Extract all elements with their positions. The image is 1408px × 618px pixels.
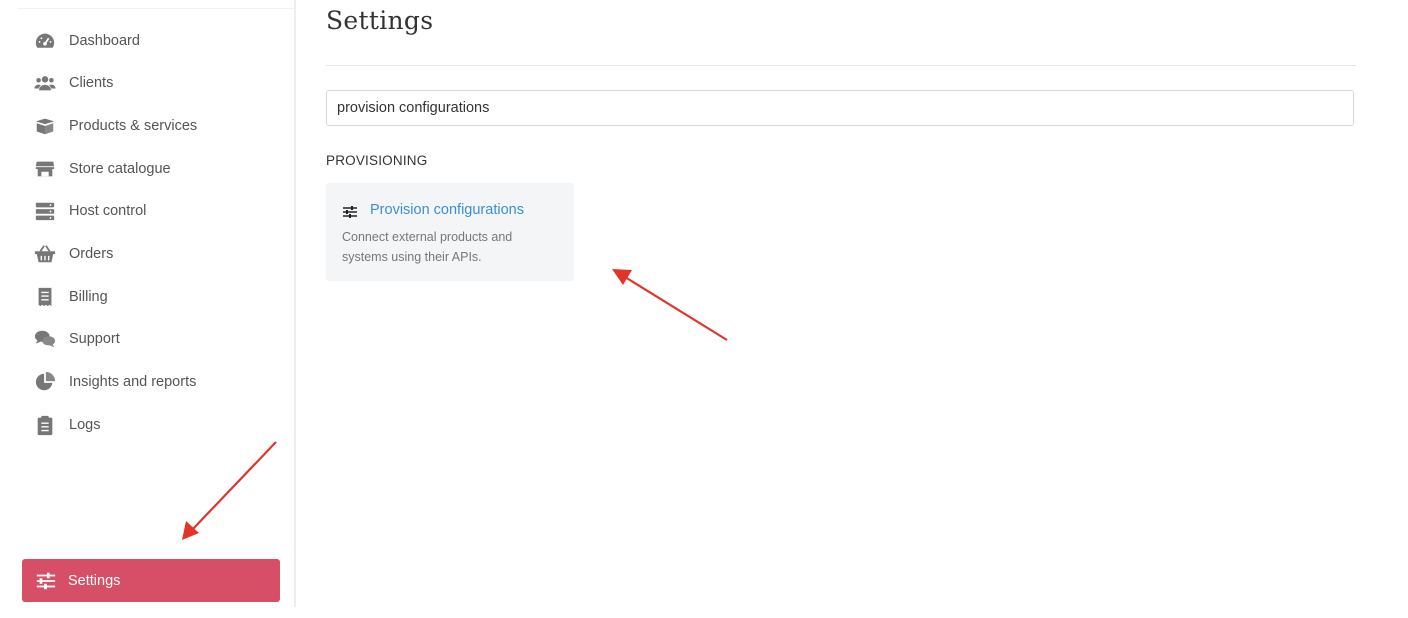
sidebar-item-label: Store catalogue	[69, 161, 171, 177]
sidebar-item-label: Clients	[69, 75, 114, 91]
sidebar-item-store-catalogue[interactable]: Store catalogue	[22, 149, 280, 189]
sidebar-divider	[18, 8, 294, 9]
server-icon	[33, 199, 57, 223]
card-title-link[interactable]: Provision configurations	[370, 202, 524, 218]
search-input[interactable]	[326, 90, 1354, 126]
sidebar-item-label: Dashboard	[69, 33, 140, 49]
clipboard-icon	[33, 413, 57, 437]
sidebar: Dashboard Clients Products & services St…	[0, 0, 296, 607]
sidebar-item-dashboard[interactable]: Dashboard	[22, 21, 280, 61]
receipt-icon	[33, 285, 57, 309]
sidebar-item-orders[interactable]: Orders	[22, 234, 280, 274]
page-title: Settings	[326, 6, 434, 35]
section-title: PROVISIONING	[326, 153, 428, 168]
sliders-icon	[34, 569, 58, 593]
sidebar-item-billing[interactable]: Billing	[22, 277, 280, 317]
chat-icon	[33, 327, 57, 351]
sidebar-item-label: Products & services	[69, 118, 198, 134]
sidebar-item-label: Logs	[69, 417, 101, 433]
sidebar-item-settings[interactable]: Settings	[22, 559, 280, 602]
provision-configurations-card[interactable]: Provision configurations Connect externa…	[326, 183, 574, 281]
sidebar-item-label: Host control	[69, 203, 147, 219]
box-icon	[33, 114, 57, 138]
sidebar-item-clients[interactable]: Clients	[22, 63, 280, 103]
main-content: Settings PROVISIONING Provision configur…	[326, 0, 1356, 618]
title-divider	[326, 65, 1356, 66]
pie-chart-icon	[33, 370, 57, 394]
sidebar-item-label: Billing	[69, 289, 108, 305]
sidebar-item-label: Insights and reports	[69, 374, 197, 390]
basket-icon	[33, 242, 57, 266]
sidebar-item-host-control[interactable]: Host control	[22, 191, 280, 231]
sidebar-item-logs[interactable]: Logs	[22, 405, 280, 445]
users-icon	[33, 71, 57, 95]
dashboard-gauge-icon	[33, 29, 57, 53]
sidebar-item-products-services[interactable]: Products & services	[22, 106, 280, 146]
sidebar-item-label: Orders	[69, 246, 114, 262]
card-description: Connect external products and systems us…	[342, 230, 513, 264]
sidebar-item-support[interactable]: Support	[22, 319, 280, 359]
sidebar-item-label: Settings	[68, 572, 121, 589]
sliders-icon	[342, 204, 358, 220]
store-icon	[33, 157, 57, 181]
sidebar-item-insights-reports[interactable]: Insights and reports	[22, 362, 280, 402]
sidebar-item-label: Support	[69, 331, 120, 347]
